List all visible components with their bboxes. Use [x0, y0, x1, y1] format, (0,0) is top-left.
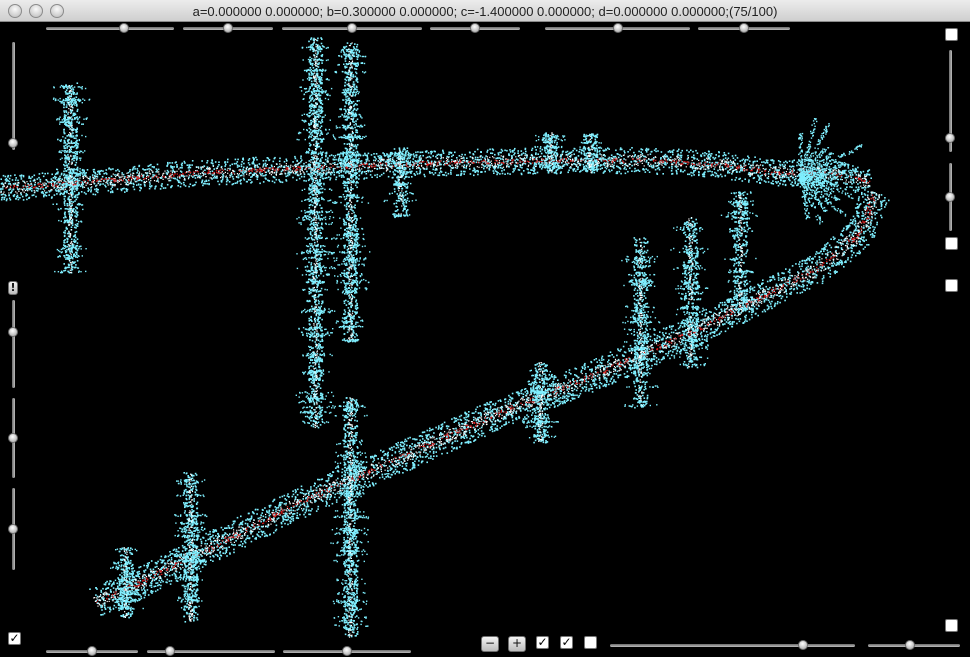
slider-knob[interactable]	[8, 433, 18, 443]
check-mark: ✓	[537, 635, 547, 649]
fractal-strand	[302, 57, 329, 62]
fractal-strand	[65, 91, 78, 95]
fractal-canvas[interactable]	[0, 22, 970, 657]
slider-knob[interactable]	[8, 138, 18, 148]
alert-button[interactable]: !	[8, 281, 18, 295]
right-slider-1[interactable]	[945, 50, 955, 152]
slider-knob[interactable]	[8, 327, 18, 337]
check-mark: ✓	[9, 631, 19, 645]
top-slider-3[interactable]	[282, 23, 422, 33]
left-slider-2[interactable]	[8, 300, 18, 388]
fractal-strand	[337, 287, 368, 291]
fractal-strand	[302, 405, 333, 409]
top-slider-6[interactable]	[698, 23, 790, 33]
fractal-strand	[341, 124, 366, 128]
fractal-strand	[304, 415, 322, 419]
fractal-strand	[535, 134, 566, 138]
fractal-strand	[339, 619, 363, 623]
slider-knob[interactable]	[8, 524, 18, 534]
slider-knob[interactable]	[798, 640, 808, 650]
slider-knob[interactable]	[945, 192, 955, 202]
fractal-strand	[720, 214, 758, 218]
fractal-strand	[338, 115, 363, 119]
right-top-checkbox[interactable]	[945, 28, 958, 41]
slider-knob[interactable]	[905, 640, 915, 650]
fractal-strand	[341, 503, 355, 507]
fractal-strand	[334, 461, 364, 465]
slider-knob[interactable]	[739, 23, 749, 33]
fractal-strand	[304, 215, 331, 219]
bottom-slider-1[interactable]	[46, 646, 138, 656]
fractal-strand	[639, 400, 648, 404]
fractal-strand	[724, 257, 757, 261]
left-slider-4[interactable]	[8, 488, 18, 570]
fractal-strand	[59, 157, 82, 161]
fractal-strand	[301, 46, 329, 49]
bottom-checkbox-c[interactable]	[584, 636, 597, 649]
top-slider-5[interactable]	[545, 23, 690, 33]
right-mid-checkbox-b[interactable]	[945, 279, 958, 292]
fractal-strand	[298, 400, 332, 404]
left-slider-1[interactable]	[8, 42, 18, 150]
fractal-strand	[628, 273, 656, 277]
bottom-left-checkbox[interactable]: ✓	[8, 632, 21, 645]
bottom-slider-4[interactable]	[610, 640, 855, 650]
slider-knob[interactable]	[87, 646, 97, 656]
bottom-checkbox-b[interactable]: ✓	[560, 636, 573, 649]
left-slider-3[interactable]	[8, 398, 18, 478]
fractal-strand	[178, 570, 202, 574]
slider-knob[interactable]	[223, 23, 233, 33]
slider-knob[interactable]	[613, 23, 623, 33]
fractal-strand	[670, 247, 709, 251]
fractal-strand	[531, 373, 553, 377]
bottom-slider-5[interactable]	[868, 640, 960, 650]
window-title: a=0.000000 0.000000; b=0.300000 0.000000…	[0, 4, 970, 19]
slider-knob[interactable]	[342, 646, 352, 656]
fractal-strand	[62, 134, 87, 138]
fractal-strand	[5, 158, 871, 189]
top-slider-1[interactable]	[46, 23, 174, 33]
bottom-slider-3[interactable]	[283, 646, 411, 656]
right-slider-2[interactable]	[945, 163, 955, 231]
fractal-strand	[296, 252, 334, 256]
right-mid-checkbox-a[interactable]	[945, 237, 958, 250]
fractal-strand	[57, 255, 83, 258]
top-slider-4[interactable]	[430, 23, 520, 33]
slider-knob[interactable]	[945, 133, 955, 143]
slider-knob[interactable]	[165, 646, 175, 656]
fractal-strand	[729, 227, 751, 231]
fractal-strand	[727, 279, 751, 283]
fractal-strand	[333, 237, 365, 241]
fractal-strand	[342, 439, 363, 443]
fractal-strand	[333, 559, 365, 563]
fractal-render	[0, 37, 890, 638]
fractal-strand	[296, 137, 325, 141]
fractal-strand	[345, 564, 358, 568]
fractal-strand	[678, 291, 704, 295]
fractal-strand	[306, 265, 327, 269]
fractal-strand	[297, 131, 329, 135]
fractal-strand	[388, 192, 414, 195]
fractal-strand	[116, 567, 134, 571]
fractal-strand	[310, 358, 323, 362]
slider-knob[interactable]	[119, 23, 129, 33]
bottom-slider-2[interactable]	[147, 646, 275, 656]
bottom-checkbox-a[interactable]: ✓	[536, 636, 549, 649]
fractal-strand	[0, 154, 871, 195]
minus-button[interactable]: −	[481, 636, 499, 652]
right-bottom-checkbox[interactable]	[945, 619, 958, 632]
top-slider-2[interactable]	[183, 23, 273, 33]
fractal-strand	[175, 522, 205, 526]
slider-knob[interactable]	[347, 23, 357, 33]
fractal-strand	[180, 521, 202, 525]
slider-knob[interactable]	[470, 23, 480, 33]
plus-button[interactable]: +	[508, 636, 526, 652]
fractal-strand	[89, 189, 890, 616]
title-bar: a=0.000000 0.000000; b=0.300000 0.000000…	[0, 0, 970, 22]
fractal-strand	[682, 272, 700, 276]
check-mark: ✓	[561, 635, 571, 649]
